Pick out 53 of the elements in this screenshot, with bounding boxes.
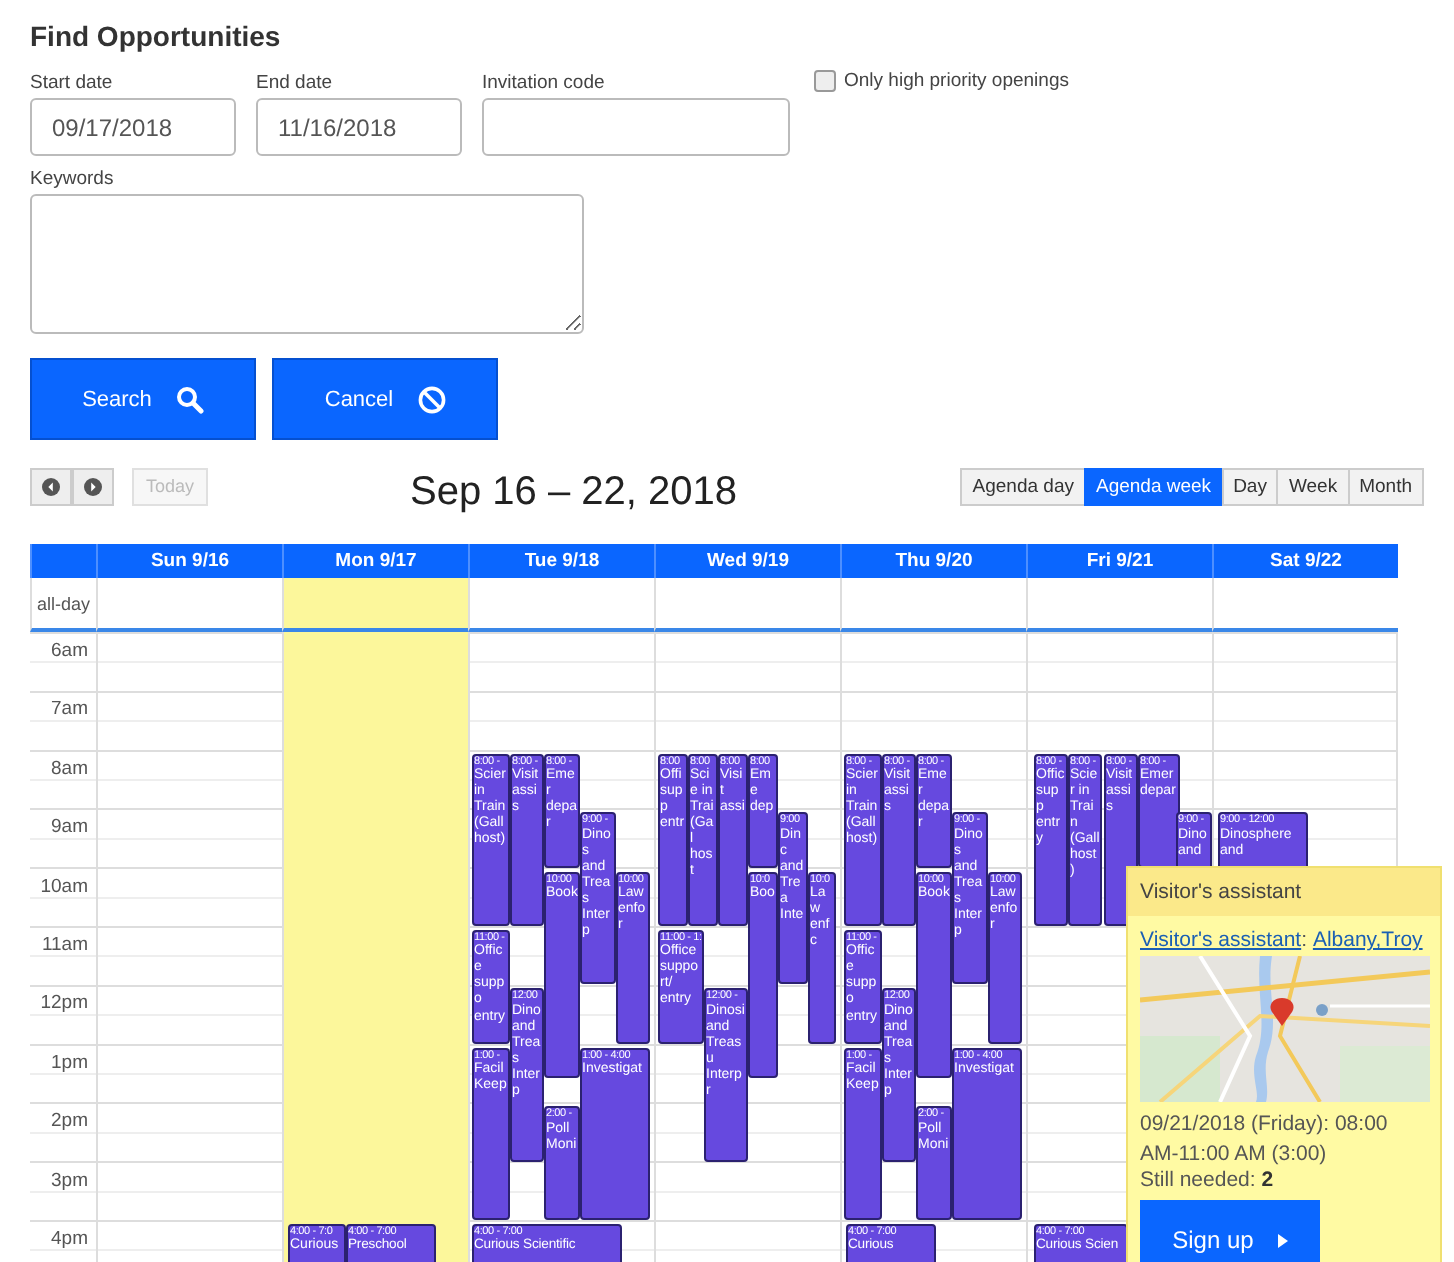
cancel-icon xyxy=(417,385,446,413)
date-field[interactable]: 11/16/2018 xyxy=(256,98,462,156)
field-label: Start date xyxy=(30,72,115,94)
hour-label: 12pm xyxy=(38,990,90,1019)
hour-label: 7am xyxy=(49,696,90,725)
hour-label: 6am xyxy=(49,638,90,666)
sign-up-button[interactable]: Sign up xyxy=(1140,1200,1320,1262)
hour-label: 4pm xyxy=(49,1225,90,1254)
hour-label: 8am xyxy=(49,755,90,784)
input-field[interactable] xyxy=(482,98,790,156)
day-header: Sat 9/22 xyxy=(1212,544,1398,578)
previous-button[interactable] xyxy=(30,467,72,505)
day-header: Thu 9/20 xyxy=(840,544,1026,578)
header-corner xyxy=(30,544,96,578)
separator-colon: : xyxy=(1301,928,1310,952)
next-button[interactable] xyxy=(72,467,114,505)
caret-icon xyxy=(1277,1233,1288,1248)
hour-label: 1pm xyxy=(49,1049,90,1078)
hour-label: 2pm xyxy=(49,1108,90,1137)
event-link[interactable]: Visitor's assistant xyxy=(1140,928,1302,952)
popup-title: Visitor's assistant xyxy=(1128,868,1440,916)
keywords-field[interactable] xyxy=(30,194,584,334)
day-header: Mon 9/17 xyxy=(282,544,468,578)
event-time: 09/21/2018 (Friday): 08:00 AM-11:00 AM (3:00) xyxy=(1140,1110,1390,1169)
search-icon xyxy=(175,385,204,413)
hour-label: 3pm xyxy=(49,1167,90,1196)
day-header: Wed 9/19 xyxy=(654,544,840,578)
view-tab[interactable]: Day xyxy=(1221,467,1279,505)
search-button[interactable]: Search xyxy=(30,358,256,440)
date-field[interactable]: 09/17/2018 xyxy=(30,98,236,156)
all-day-label: all-day xyxy=(30,578,96,632)
view-tab[interactable]: Agenda day xyxy=(960,467,1086,505)
cancel-button[interactable]: Cancel xyxy=(272,358,498,440)
view-tab[interactable]: Month xyxy=(1347,467,1424,505)
field-label: End date xyxy=(256,72,335,94)
hour-label: 11am xyxy=(39,931,90,960)
date-range-title: Sep 16 – 22, 2018 xyxy=(410,469,738,515)
view-tab[interactable]: Week xyxy=(1276,467,1350,505)
checkbox[interactable] xyxy=(814,70,836,92)
day-header: Sun 9/16 xyxy=(96,544,282,578)
field-label: Keywords xyxy=(30,168,116,190)
previous-icon xyxy=(42,477,60,495)
still-needed: Still needed: 2 xyxy=(1140,1168,1276,1193)
hour-label: 9am xyxy=(49,814,90,843)
view-tab[interactable]: Agenda week xyxy=(1083,467,1224,505)
checkbox-label: Only high priority openings xyxy=(844,70,1069,92)
hour-label: 10am xyxy=(38,873,90,902)
page-title: Find Opportunities xyxy=(30,20,283,52)
day-header: Fri 9/21 xyxy=(1026,544,1212,578)
next-icon xyxy=(84,477,102,495)
day-header: Tue 9/18 xyxy=(468,544,654,578)
field-label: Invitation code xyxy=(482,72,607,94)
location-link[interactable]: Albany,Troy xyxy=(1312,928,1423,952)
